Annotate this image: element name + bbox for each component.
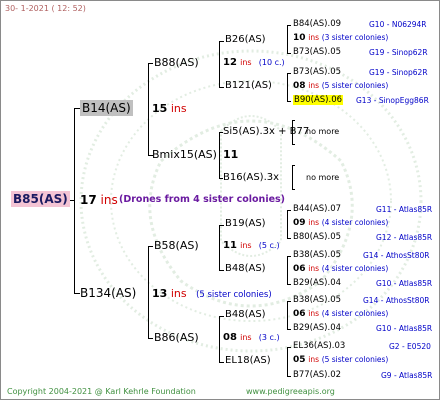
sire-top-count: 15 ins <box>152 102 187 115</box>
node-b26-count: 12 ins (10 c.) <box>223 57 285 68</box>
sire-top[interactable]: B14(AS) <box>80 100 133 116</box>
ancestor-code: G14 - AthosSt80R <box>363 251 430 260</box>
ancestor-drone-count: 08 ins (5 sister colonies) <box>293 81 389 91</box>
ancestor-row[interactable]: B44(AS).07 <box>293 205 341 214</box>
ancestor-row[interactable]: B73(AS).05 <box>293 68 341 77</box>
ancestor-code: G19 - Sinop62R <box>369 48 428 57</box>
ancestor-row[interactable]: B77(AS).02 <box>293 371 341 380</box>
ancestor-no-more: no more <box>306 173 340 182</box>
ancestor-code: G13 - SinopEgg86R <box>356 96 429 105</box>
header-date: 30- 1-2021 ( 12: 52) <box>5 4 86 13</box>
ancestor-row[interactable]: B73(AS).05 <box>293 48 341 57</box>
node-b48b[interactable]: B48(AS) <box>225 310 266 320</box>
ancestor-code: G9 - Atlas85R <box>381 371 433 380</box>
ancestor-row[interactable]: B80(AS).05 <box>293 233 341 242</box>
dam-bottom-count: 13 ins (5 sister colonies) <box>152 287 272 300</box>
ancestor-code: G19 - Sinop62R <box>369 68 428 77</box>
ancestor-code: G10 - Atlas85R <box>376 279 433 288</box>
ancestor-code: G2 - E0520 <box>389 342 431 351</box>
node-b121[interactable]: B121(AS) <box>225 81 272 91</box>
ancestor-code: G10 - Atlas85R <box>376 324 433 333</box>
node-b48a[interactable]: B48(AS) <box>225 264 266 274</box>
footer-copyright: Copyright 2004-2021 @ Karl Kehrle Founda… <box>7 387 196 396</box>
ancestor-code: G14 - AthosSt80R <box>363 296 430 305</box>
node-b19[interactable]: B19(AS) <box>225 219 266 229</box>
node-el18[interactable]: EL18(AS) <box>225 356 271 366</box>
ancestor-row[interactable]: B38(AS).05 <box>293 296 341 305</box>
ancestor-drone-count: 09 ins (4 sister colonies) <box>293 218 389 228</box>
ancestor-drone-count: 05 ins (5 sister colonies) <box>293 355 389 365</box>
node-b88[interactable]: B88(AS) <box>154 57 199 68</box>
ancestor-code: G11 - Atlas85R <box>376 205 433 214</box>
ancestor-row[interactable]: B29(AS).04 <box>293 324 341 333</box>
ancestor-drone-count: 06 ins (4 sister colonies) <box>293 309 389 319</box>
ancestor-drone-count: 10 ins (3 sister colonies) <box>293 33 389 43</box>
ancestor-drone-count: 06 ins (4 sister colonies) <box>293 264 389 274</box>
ancestor-no-more: no more <box>306 127 340 136</box>
node-b26[interactable]: B26(AS) <box>225 35 266 45</box>
node-bmix15[interactable]: Bmix15(AS) <box>152 149 217 160</box>
root-queen[interactable]: B85(AS) <box>11 191 70 207</box>
footer-website[interactable]: www.pedigreeapis.org <box>246 388 335 396</box>
node-b19-count: 11 ins (5 c.) <box>223 240 280 251</box>
ancestor-row[interactable]: B84(AS).09 <box>293 20 341 29</box>
node-bmix15-count: 11 <box>223 148 239 161</box>
ancestor-code: G12 - Atlas85R <box>376 233 433 242</box>
ancestor-row[interactable]: EL36(AS).03 <box>293 342 345 351</box>
node-b58[interactable]: B58(AS) <box>154 240 199 251</box>
ancestor-row[interactable]: B29(AS).04 <box>293 279 341 288</box>
dam-bottom[interactable]: B134(AS) <box>80 287 136 299</box>
node-b86[interactable]: B86(AS) <box>154 332 199 343</box>
ancestor-code: G10 - N06294R <box>369 20 427 29</box>
node-si5[interactable]: Si5(AS).3x + B77 <box>223 127 309 137</box>
node-b48b-count: 08 ins (3 c.) <box>223 332 280 343</box>
node-b16[interactable]: B16(AS).3x <box>223 173 279 183</box>
root-drone-note: (Drones from 4 sister colonies) <box>119 194 286 205</box>
ancestor-row[interactable]: B38(AS).05 <box>293 251 341 260</box>
ancestor-row-highlighted[interactable]: B90(AS).06 <box>293 95 344 105</box>
pedigree-chart: 30- 1-2021 ( 12: 52) Copyright 2004-2021… <box>0 0 440 400</box>
root-drone-count: 17 ins <box>80 193 118 207</box>
